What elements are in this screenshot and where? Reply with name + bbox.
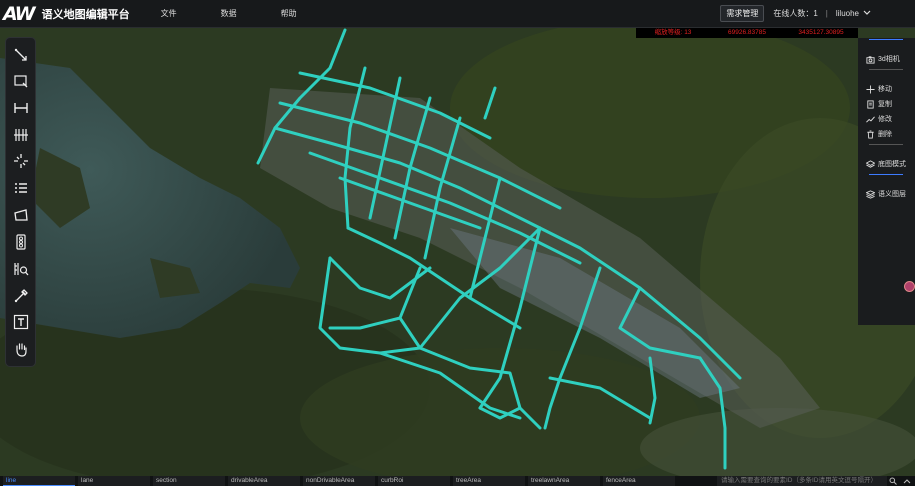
menu-file[interactable]: 文件 (161, 8, 177, 19)
logo: AW 语义地图编辑平台 (3, 0, 130, 27)
traffic-light-tool[interactable] (10, 231, 31, 252)
zoom-level: 缩放等级: 13 (654, 29, 692, 36)
coordinate-status-bar: 缩放等级: 13 69926.83785 3435127.30895 (636, 28, 858, 38)
menu-data[interactable]: 数据 (221, 8, 237, 19)
draw-line-tool[interactable] (10, 44, 31, 65)
username: liluohe (835, 9, 859, 18)
move-label: 移动 (878, 86, 892, 93)
text-icon (13, 314, 28, 329)
panel-accent-line (869, 39, 903, 40)
copy-icon (867, 99, 874, 109)
split-tool[interactable] (10, 150, 31, 171)
camera-3d-button[interactable]: 3d相机 (866, 54, 900, 64)
semantic-layers-button[interactable]: 语义图层 (866, 189, 906, 199)
menu-help[interactable]: 帮助 (281, 8, 297, 19)
map-canvas[interactable] (0, 28, 915, 476)
move-button[interactable]: 移动 (866, 84, 892, 94)
semantic-layers-label: 语义图层 (878, 191, 906, 198)
list-icon (14, 182, 27, 193)
text-tool[interactable] (10, 311, 31, 332)
camera-3d-label: 3d相机 (878, 56, 900, 63)
hand-pan-tool[interactable] (10, 338, 31, 359)
header-separator: | (825, 9, 828, 18)
layers-icon (866, 159, 875, 168)
edit-button[interactable]: 修改 (866, 114, 892, 124)
hand-pan-icon (15, 342, 27, 357)
left-toolbar (5, 37, 36, 367)
tab-treelawn-area[interactable]: treelawnArea (528, 476, 600, 486)
tab-tree-area[interactable]: treeArea (453, 476, 525, 486)
tab-lane[interactable]: lane (78, 476, 150, 486)
app-title: 语义地图编辑平台 (41, 8, 130, 21)
ruler-search-icon (13, 262, 28, 275)
trash-icon (867, 129, 874, 139)
element-id-search-input[interactable]: 请输入需要查询的要素ID（多条ID请用英文逗号隔开） (717, 476, 887, 486)
tab-non-drivable-area[interactable]: nonDrivableArea (303, 476, 375, 486)
ruler-search-tool[interactable] (10, 258, 31, 279)
floating-assistant-icon[interactable] (904, 281, 915, 292)
camera-icon (866, 55, 875, 64)
horizontal-measure-icon (13, 102, 28, 113)
top-bar: AW 语义地图编辑平台 文件 数据 帮助 需求管理 在线人数：1 | liluo… (0, 0, 915, 28)
edit-label: 修改 (878, 116, 892, 123)
copy-button[interactable]: 复制 (866, 99, 892, 109)
online-count: 在线人数：1 (773, 9, 818, 18)
draw-line-icon (14, 48, 27, 61)
lane-divider-tool[interactable] (10, 124, 31, 145)
tab-section[interactable]: section (153, 476, 225, 486)
tab-curb-roi[interactable]: curbRoi (378, 476, 450, 486)
coord-y: 3435127.30895 (798, 29, 844, 36)
panel-divider (869, 144, 903, 145)
lane-divider-icon (13, 128, 28, 141)
user-menu[interactable]: liluohe (836, 9, 871, 18)
horizontal-measure-tool[interactable] (10, 97, 31, 118)
basemap-mode-label: 底图模式 (878, 161, 906, 168)
eyedropper-tool[interactable] (10, 285, 31, 306)
tab-line[interactable]: line (3, 476, 75, 486)
delete-button[interactable]: 删除 (866, 129, 892, 139)
move-icon (866, 84, 875, 94)
panel-divider (869, 69, 903, 70)
edit-line-icon (866, 115, 875, 123)
panel-accent-line (869, 174, 903, 175)
polygon-tool[interactable] (10, 204, 31, 225)
basemap-mode-button[interactable]: 底图模式 (866, 159, 906, 169)
header-right: 需求管理 在线人数：1 | liluohe (720, 0, 871, 27)
tab-drivable-area[interactable]: drivableArea (228, 476, 300, 486)
eyedropper-icon (14, 288, 28, 302)
rectangle-select-icon (13, 74, 27, 87)
search-icon[interactable] (887, 476, 899, 486)
tab-fence-area[interactable]: fenceArea (603, 476, 675, 486)
copy-label: 复制 (878, 101, 892, 108)
split-icon (13, 153, 28, 168)
polygon-icon (13, 208, 28, 221)
chevron-down-icon (863, 10, 871, 18)
list-tool[interactable] (10, 177, 31, 198)
request-management-button[interactable]: 需求管理 (720, 5, 765, 22)
logo-mark: AW (3, 2, 36, 25)
stack-icon (866, 189, 875, 199)
main-menu: 文件 数据 帮助 (161, 8, 341, 19)
delete-label: 删除 (878, 131, 892, 138)
traffic-light-icon (15, 233, 26, 250)
chevron-up-icon[interactable] (901, 476, 913, 486)
rectangle-select-tool[interactable] (10, 70, 31, 91)
coord-x: 69926.83785 (728, 29, 766, 36)
